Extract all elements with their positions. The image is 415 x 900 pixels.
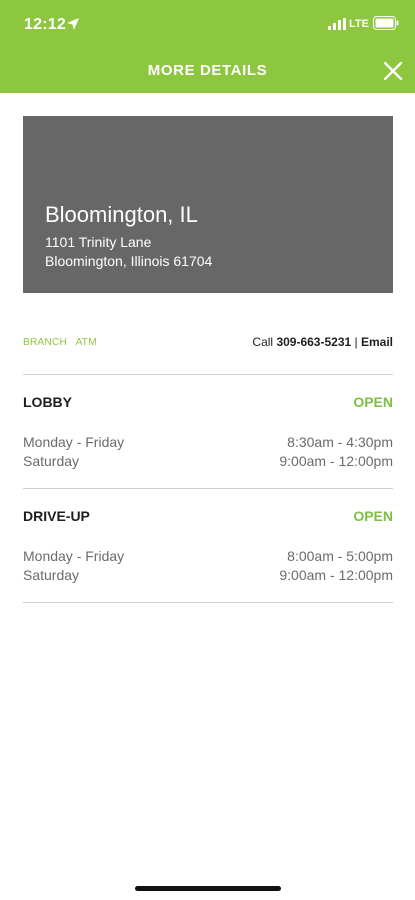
hours-time: 9:00am - 12:00pm	[279, 453, 393, 469]
hours-day: Monday - Friday	[23, 434, 125, 450]
hours-row: Saturday 9:00am - 12:00pm	[23, 453, 393, 471]
tag-branch: BRANCH	[23, 337, 68, 348]
branch-address-line1: 1101 Trinity Lane	[45, 234, 152, 250]
contact-separator: |	[354, 335, 358, 349]
hours-row: Monday - Friday 8:00am - 5:00pm	[23, 548, 393, 566]
close-icon[interactable]	[382, 60, 404, 82]
network-type: LTE	[349, 18, 369, 30]
hours-row: Saturday 9:00am - 12:00pm	[23, 567, 393, 585]
divider	[23, 602, 393, 603]
page-title: MORE DETAILS	[147, 62, 268, 79]
phone-link[interactable]: 309-663-5231	[276, 335, 351, 349]
contact-info: Call 309-663-5231 | Email	[252, 335, 393, 349]
email-link[interactable]: Email	[361, 335, 393, 349]
home-indicator[interactable]	[135, 886, 281, 891]
hours-day: Saturday	[23, 567, 80, 583]
hours-day: Saturday	[23, 453, 80, 469]
battery-icon	[373, 16, 399, 30]
lobby-title: LOBBY	[23, 394, 72, 410]
drive-up-status-badge: OPEN	[353, 508, 393, 524]
branch-address-line2: Bloomington, Illinois 61704	[45, 253, 213, 269]
header-bar: 12:12 LTE MORE DETAILS	[0, 0, 415, 93]
service-tags: BRANCH ATM	[23, 337, 103, 348]
cellular-signal-icon	[328, 18, 346, 30]
status-bar: 12:12 LTE	[0, 0, 415, 50]
tag-atm: ATM	[75, 337, 97, 348]
location-arrow-icon	[67, 18, 79, 30]
drive-up-title: DRIVE-UP	[23, 508, 90, 524]
hours-time: 9:00am - 12:00pm	[279, 567, 393, 583]
hours-time: 8:00am - 5:00pm	[287, 548, 393, 564]
status-time: 12:12	[24, 16, 66, 33]
call-label: Call	[252, 335, 274, 349]
divider	[23, 488, 393, 489]
hours-day: Monday - Friday	[23, 548, 125, 564]
branch-city: Bloomington, IL	[45, 202, 198, 227]
branch-card: Bloomington, IL 1101 Trinity Lane Bloomi…	[23, 116, 393, 293]
hours-row: Monday - Friday 8:30am - 4:30pm	[23, 434, 393, 452]
divider	[23, 374, 393, 375]
lobby-status-badge: OPEN	[353, 394, 393, 410]
hours-time: 8:30am - 4:30pm	[287, 434, 393, 450]
